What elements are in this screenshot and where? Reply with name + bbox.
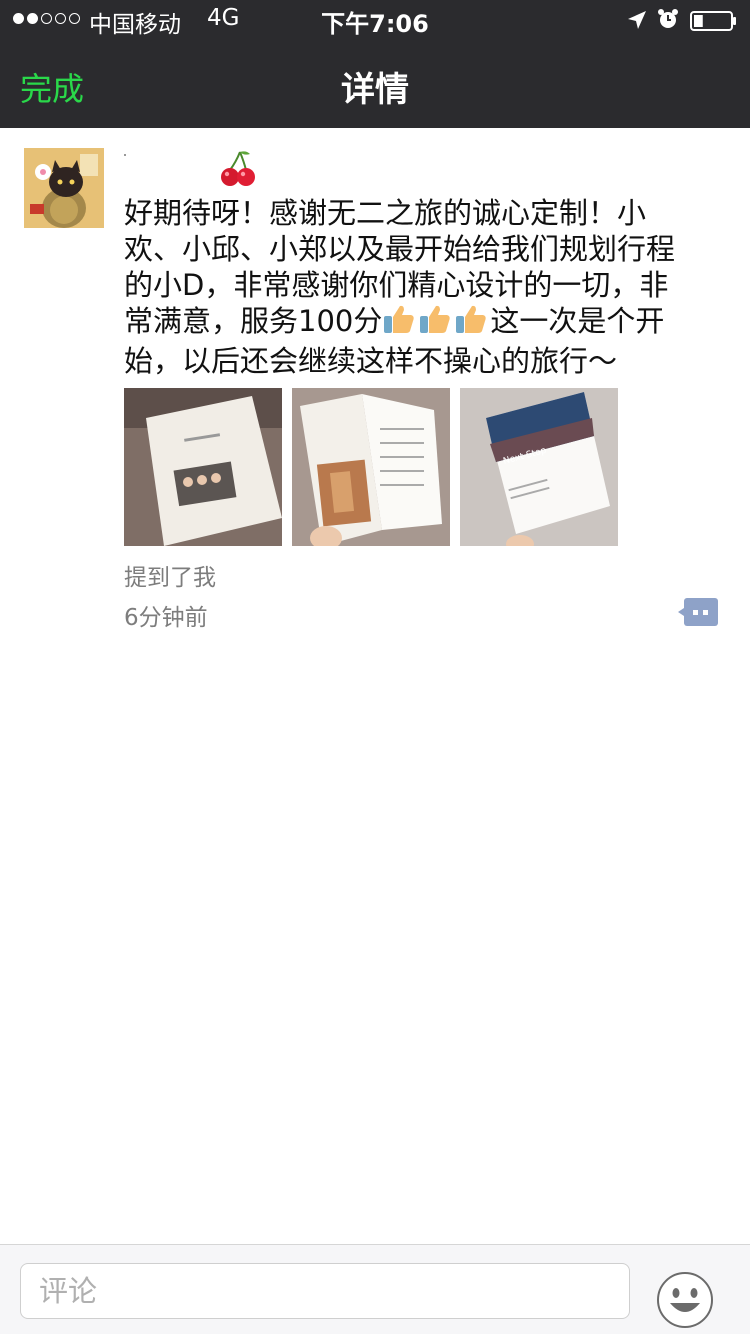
thumbs-up-emoji-icon [384, 305, 415, 333]
page-title: 详情 [341, 70, 409, 110]
post-text-line-4: 常满意，服务100分 这一次是个开 [124, 303, 724, 343]
post-text-fragment: 常满意，服务100分 [124, 304, 383, 338]
post-text-line: 欢、小邱、小郑以及最开始给我们规划行程 [124, 232, 676, 266]
photo-grid: Next Stop [124, 388, 618, 546]
avatar[interactable] [24, 148, 104, 228]
status-bar: 中国移动 4G 下午7:06 [0, 0, 750, 40]
smiley-icon[interactable] [656, 1271, 714, 1329]
avatar-cat-illustration [24, 148, 104, 228]
thumbs-up-emoji-icon [420, 305, 451, 333]
post-content: 好期待呀！感谢无二之旅的诚心定制！小 欢、小邱、小郑以及最开始给我们规划行程 的… [124, 195, 724, 379]
photo-thumbnail[interactable]: Next Stop [460, 388, 618, 546]
photo-thumbnail[interactable] [292, 388, 450, 546]
post-text-fragment: 这一次是个开 [490, 304, 665, 338]
comment-input[interactable] [20, 1263, 630, 1319]
post-text-line: 始，以后还会继续这样不操心的旅行～ [124, 344, 618, 378]
location-arrow-icon [628, 11, 646, 29]
nickname[interactable] [124, 148, 324, 188]
mentioned-me-label: 提到了我 [124, 565, 216, 591]
thumbs-up-emoji-group [382, 303, 490, 343]
post-time: 6分钟前 [124, 605, 208, 631]
post-text-line: 好期待呀！感谢无二之旅的诚心定制！小 [124, 196, 647, 230]
post-text-line: 的小D，非常感谢你们精心设计的一切，非 [124, 268, 669, 302]
comment-bar [0, 1244, 750, 1334]
photo-thumbnail[interactable] [124, 388, 282, 546]
thumbs-up-emoji-icon [456, 305, 487, 333]
alarm-clock-icon [658, 9, 678, 28]
top-bar: 中国移动 4G 下午7:06 完成 详情 [0, 0, 750, 128]
cherry-emoji-icon [221, 151, 255, 186]
comment-icon[interactable] [678, 598, 718, 626]
battery-icon [690, 11, 736, 31]
nickname-dot [124, 154, 126, 156]
